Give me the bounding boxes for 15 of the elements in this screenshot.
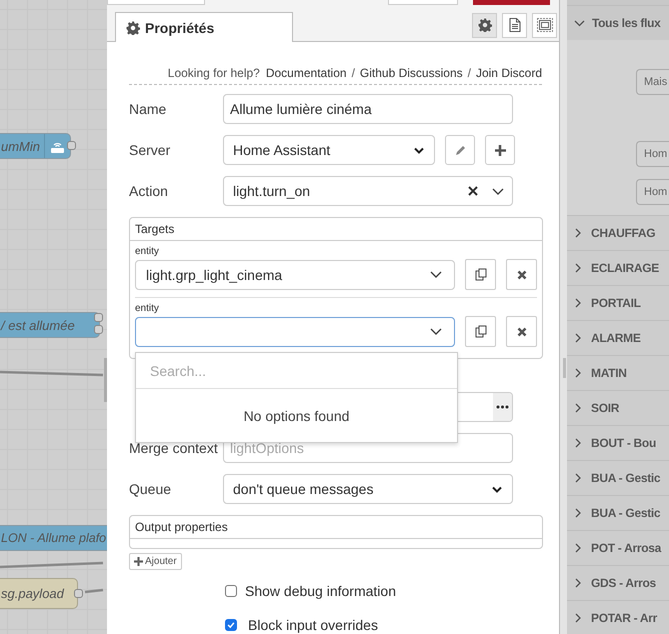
field-label: Merge context xyxy=(129,440,219,456)
separator-text: / xyxy=(352,66,355,80)
entity-label: entity xyxy=(135,246,160,257)
field-label: Server xyxy=(129,142,172,158)
panel-title: Targets xyxy=(130,218,542,241)
checkbox-label: Show debug information xyxy=(245,583,396,599)
field-label: Name xyxy=(129,101,168,117)
help-text: Looking for help? xyxy=(168,66,260,80)
field-label: Action xyxy=(129,183,169,199)
field-label: Queue xyxy=(129,481,172,497)
entity-label: entity xyxy=(135,303,160,314)
empty-message: No options found xyxy=(242,408,350,424)
panel-title: Output properties xyxy=(130,516,542,539)
checkbox-label: Block input overrides xyxy=(248,617,378,633)
separator-text: / xyxy=(468,66,471,80)
